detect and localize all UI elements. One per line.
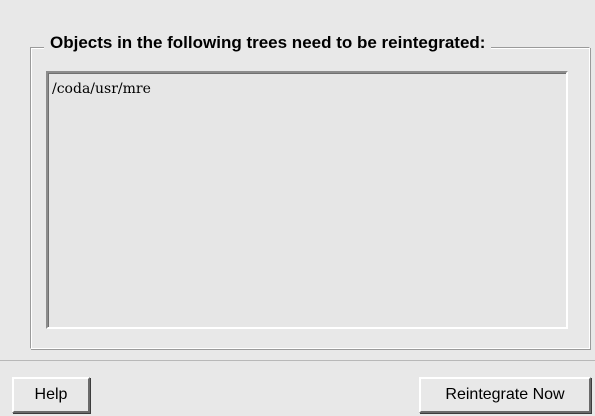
reintegration-dialog: Objects in the following trees need to b… [0,0,595,416]
reintegrate-now-button[interactable]: Reintegrate Now [419,377,591,413]
list-item[interactable]: /coda/usr/mre [52,80,151,98]
divider [0,360,595,361]
group-title: Objects in the following trees need to b… [44,32,492,54]
tree-list[interactable]: /coda/usr/mre [46,71,568,329]
help-button[interactable]: Help [12,377,90,413]
tree-list-inner-border [48,73,566,327]
